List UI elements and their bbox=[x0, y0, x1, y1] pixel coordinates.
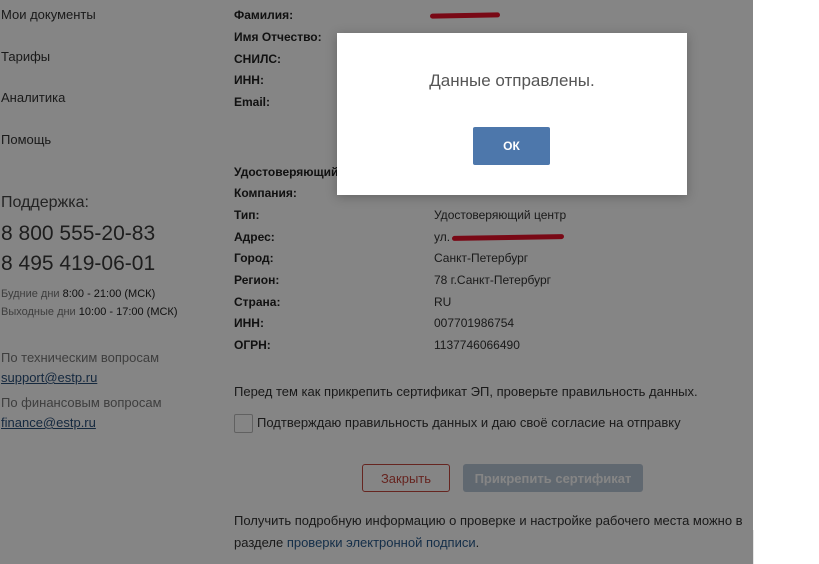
ok-button[interactable]: ОК bbox=[473, 127, 550, 165]
edge-divider bbox=[753, 530, 754, 564]
success-dialog: Данные отправлены. ОК bbox=[337, 33, 687, 195]
dialog-message: Данные отправлены. bbox=[429, 71, 595, 90]
